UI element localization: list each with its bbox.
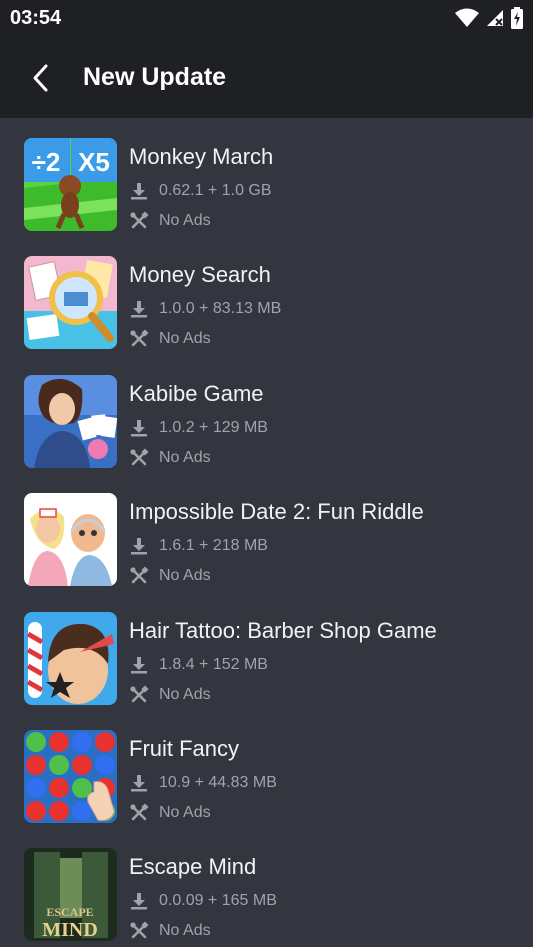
version-size: 1.8.4 + 152 MB — [159, 655, 268, 673]
download-icon — [129, 655, 149, 675]
battery-icon — [511, 7, 523, 34]
version-size-row: 0.62.1 + 1.0 GB — [129, 181, 272, 201]
app-list-item[interactable]: Hair Tattoo: Barber Shop Game 1.8.4 + 15… — [0, 592, 533, 710]
app-name: Hair Tattoo: Barber Shop Game — [129, 617, 437, 643]
feature-label: No Ads — [159, 685, 211, 703]
app-icon-monkey-march: ÷2 X5 — [24, 138, 117, 231]
app-name: Impossible Date 2: Fun Riddle — [129, 499, 424, 525]
app-list: ÷2 X5 Monkey March 0.62.1 + 1.0 GB No Ad… — [0, 118, 533, 947]
download-icon — [129, 299, 149, 319]
version-size: 1.6.1 + 218 MB — [159, 537, 268, 555]
download-icon — [129, 181, 149, 201]
wifi-icon — [455, 8, 479, 33]
feature-row: No Ads — [129, 566, 211, 586]
app-icon-escape-mind: ESCAPE MIND — [24, 848, 117, 942]
version-size: 0.0.09 + 165 MB — [159, 892, 277, 910]
version-size: 0.62.1 + 1.0 GB — [159, 182, 272, 199]
version-size-row: 1.8.4 + 152 MB — [129, 655, 268, 675]
app-name: Kabibe Game — [129, 380, 264, 406]
app-icon-hair-tattoo — [24, 611, 117, 705]
tools-icon — [129, 566, 149, 586]
app-list-item[interactable]: Money Search 1.0.0 + 83.13 MB No Ads — [0, 236, 533, 354]
app-list-item[interactable]: Fruit Fancy 10.9 + 44.83 MB No Ads — [0, 710, 533, 828]
download-icon — [129, 891, 149, 911]
feature-label: No Ads — [159, 803, 211, 821]
app-bar: New Update — [0, 38, 533, 118]
feature-label: No Ads — [159, 567, 211, 585]
status-bar: 03:54 — [0, 0, 533, 38]
version-size-row: 1.0.0 + 83.13 MB — [129, 299, 281, 319]
feature-label: No Ads — [159, 212, 211, 229]
feature-row: No Ads — [129, 803, 211, 823]
feature-label: No Ads — [159, 330, 211, 348]
feature-row: No Ads — [129, 685, 211, 705]
svg-text:X5: X5 — [78, 147, 110, 177]
version-size: 1.0.0 + 83.13 MB — [159, 300, 282, 318]
version-size-row: 10.9 + 44.83 MB — [129, 773, 277, 793]
version-size: 10.9 + 44.83 MB — [159, 773, 277, 791]
tools-icon — [129, 921, 149, 941]
download-icon — [129, 773, 149, 793]
chevron-left-icon — [33, 64, 48, 92]
app-icon-fruit-fancy — [24, 729, 117, 823]
feature-row: No Ads — [129, 329, 211, 349]
download-icon — [129, 536, 149, 556]
download-icon — [129, 418, 149, 438]
app-name: Fruit Fancy — [129, 735, 240, 761]
app-name: Monkey March — [129, 144, 274, 169]
app-name: Money Search — [129, 262, 271, 288]
svg-text:÷2: ÷2 — [32, 147, 61, 177]
svg-text:MIND: MIND — [42, 919, 98, 941]
signal-icon — [485, 8, 505, 33]
back-button[interactable] — [22, 58, 58, 98]
status-icons — [455, 7, 523, 34]
version-size-row: 0.0.09 + 165 MB — [129, 891, 277, 911]
app-list-item[interactable]: Impossible Date 2: Fun Riddle 1.6.1 + 21… — [0, 473, 533, 591]
app-icon-impossible-date-2 — [24, 493, 117, 587]
feature-row: No Ads — [129, 921, 211, 941]
app-list-item[interactable]: ÷2 X5 Monkey March 0.62.1 + 1.0 GB No Ad… — [0, 118, 533, 236]
tools-icon — [129, 329, 149, 349]
feature-row: No Ads — [129, 448, 211, 468]
version-size: 1.0.2 + 129 MB — [159, 418, 268, 436]
app-icon-money-search — [24, 256, 117, 350]
version-size-row: 1.6.1 + 218 MB — [129, 536, 268, 556]
version-size-row: 1.0.2 + 129 MB — [129, 418, 268, 438]
tools-icon — [129, 803, 149, 823]
feature-label: No Ads — [159, 448, 211, 466]
app-icon-kabibe-game — [24, 374, 117, 468]
status-time: 03:54 — [10, 7, 62, 29]
page-title: New Update — [83, 63, 227, 91]
app-list-item[interactable]: Kabibe Game 1.0.2 + 129 MB No Ads — [0, 355, 533, 473]
app-list-item[interactable]: ESCAPE MIND Escape Mind 0.0.09 + 165 MB … — [0, 828, 533, 946]
tools-icon — [129, 448, 149, 468]
svg-text:ESCAPE: ESCAPE — [46, 905, 93, 919]
app-name: Escape Mind — [129, 854, 257, 880]
feature-row: No Ads — [129, 211, 211, 231]
tools-icon — [129, 211, 149, 231]
feature-label: No Ads — [159, 922, 211, 940]
tools-icon — [129, 685, 149, 705]
